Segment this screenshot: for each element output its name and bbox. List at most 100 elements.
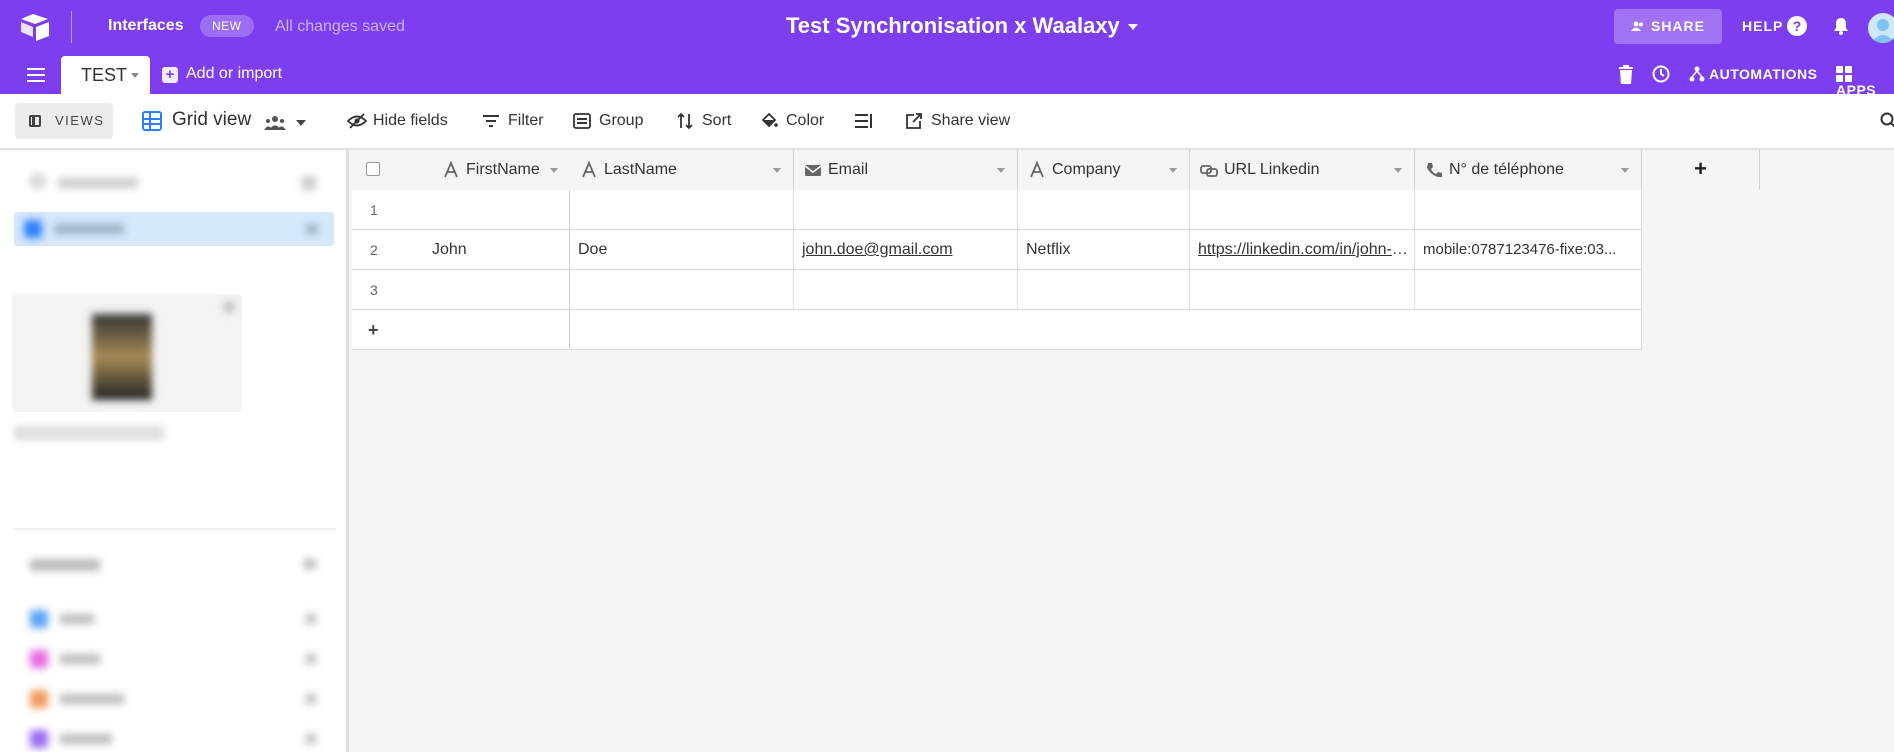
views-toggle-button[interactable]: VIEWS [15, 103, 113, 139]
tab-test-label: TEST [81, 65, 128, 85]
hide-fields-button[interactable]: Hide fields [347, 112, 448, 130]
add-row-button[interactable]: + [352, 310, 570, 350]
column-header-phone[interactable]: N° de téléphone [1415, 150, 1642, 190]
airtable-logo-icon[interactable] [18, 12, 52, 42]
group-button[interactable]: Group [573, 112, 643, 130]
view-name: Grid view [172, 109, 252, 130]
cell-url-linkedin[interactable] [1190, 190, 1415, 230]
help-icon[interactable]: ? [1787, 16, 1807, 36]
chevron-down-icon[interactable] [550, 168, 558, 173]
column-name: Company [1052, 161, 1121, 178]
find-view-search[interactable] [26, 170, 326, 196]
filter-button[interactable]: Filter [482, 112, 544, 130]
column-header-lastname[interactable]: LastName [570, 150, 794, 190]
help-button[interactable]: HELP [1742, 18, 1783, 34]
filter-icon [483, 115, 499, 127]
label [60, 694, 124, 704]
interfaces-link[interactable]: Interfaces [108, 17, 184, 35]
base-title[interactable]: Test Synchronisation x Waalaxy [786, 13, 1138, 39]
cell-email[interactable]: john.doe@gmail.com [794, 230, 1018, 270]
grid-icon [24, 220, 42, 238]
plus-icon: + [162, 67, 178, 83]
column-header-firstname[interactable]: FirstName [432, 150, 570, 190]
create-gallery-item[interactable] [30, 730, 320, 748]
cell-lastname[interactable]: Doe [570, 230, 794, 270]
text-icon [582, 161, 596, 178]
chevron-down-icon[interactable] [1621, 168, 1629, 173]
share-view-button[interactable]: Share view [905, 112, 1010, 130]
column-header-company[interactable]: Company [1018, 150, 1190, 190]
view-switcher[interactable]: Grid view [142, 109, 251, 131]
cell-lastname[interactable] [570, 270, 794, 310]
chevron-down-icon[interactable] [1169, 168, 1177, 173]
settings-icon[interactable] [302, 176, 316, 190]
cell-firstname[interactable]: 1 [352, 190, 570, 230]
label [60, 654, 100, 664]
chevron-down-icon[interactable] [997, 168, 1005, 173]
cell-company[interactable]: Netflix [1018, 230, 1190, 270]
chevron-down-icon[interactable] [296, 120, 306, 126]
cell-phone[interactable]: mobile:0787123476-fixe:03... [1415, 230, 1642, 270]
plus-icon: + [368, 320, 379, 340]
create-calendar-item[interactable] [30, 690, 320, 708]
add-field-button[interactable]: + [1642, 150, 1760, 190]
email-link[interactable]: john.doe@gmail.com [802, 241, 953, 258]
text-icon [1030, 161, 1044, 178]
cell-url-linkedin[interactable] [1190, 270, 1415, 310]
menu-icon[interactable] [27, 68, 45, 82]
search-icon [31, 174, 45, 188]
calendar-icon [30, 690, 48, 708]
cell-firstname[interactable]: 2 John [352, 230, 570, 270]
more-icon[interactable] [306, 224, 318, 234]
bell-icon[interactable] [1830, 15, 1852, 37]
create-label [30, 559, 100, 571]
create-view-header[interactable] [30, 556, 320, 572]
what-is-a-view-link[interactable] [14, 426, 164, 440]
cell-phone[interactable] [1415, 270, 1642, 310]
chevron-down-icon[interactable] [773, 168, 781, 173]
cell-email[interactable] [794, 190, 1018, 230]
chevron-down-icon[interactable] [1394, 168, 1402, 173]
automations-button[interactable]: AUTOMATIONS [1689, 66, 1817, 82]
select-all-checkbox[interactable] [366, 162, 380, 176]
sort-button[interactable]: Sort [676, 112, 731, 130]
user-icon [1871, 19, 1894, 43]
cell-url-linkedin[interactable]: https://linkedin.com/in/john-doe [1190, 230, 1415, 270]
header-row: FirstName LastName Email Company URL Lin… [352, 150, 1642, 190]
sidebar-item-grid-view[interactable] [14, 212, 334, 246]
view-toolbar: VIEWS Grid view Hide fields Filter Group… [0, 94, 1894, 150]
color-button[interactable]: Color [760, 112, 824, 130]
history-icon[interactable] [1651, 64, 1671, 84]
cell-email[interactable] [794, 270, 1018, 310]
views-label: VIEWS [55, 113, 105, 128]
header-frozen: FirstName [352, 150, 570, 190]
column-header-email[interactable]: Email [794, 150, 1018, 190]
row-number: 1 [370, 202, 378, 218]
create-form-item[interactable] [30, 650, 320, 668]
cell-company[interactable] [1018, 190, 1190, 230]
linkedin-link[interactable]: https://linkedin.com/in/john-doe [1198, 241, 1414, 258]
search-icon[interactable] [1880, 112, 1894, 128]
row-number: 2 [370, 242, 378, 258]
cell-lastname[interactable] [570, 190, 794, 230]
share-view-icon [906, 113, 922, 129]
plus-icon [306, 694, 316, 704]
trash-icon[interactable] [1618, 65, 1634, 84]
cell-firstname[interactable]: 3 [352, 270, 570, 310]
cell-company[interactable] [1018, 270, 1190, 310]
people-icon [1630, 21, 1643, 31]
tab-test[interactable]: TEST [61, 56, 150, 94]
top-bar: Interfaces NEW All changes saved Test Sy… [0, 0, 1894, 98]
create-grid-item[interactable] [30, 610, 320, 628]
chevron-down-icon[interactable] [131, 73, 139, 78]
avatar[interactable] [1868, 13, 1894, 43]
cell-phone[interactable] [1415, 190, 1642, 230]
column-header-url-linkedin[interactable]: URL Linkedin [1190, 150, 1415, 190]
share-button[interactable]: SHARE [1614, 9, 1722, 44]
sidebar-toggle-icon [29, 115, 41, 127]
add-or-import-button[interactable]: + Add or import [162, 65, 282, 83]
add-row-area[interactable] [570, 310, 1642, 350]
label [60, 614, 94, 624]
close-icon[interactable] [224, 302, 234, 312]
grid-icon [30, 610, 48, 628]
